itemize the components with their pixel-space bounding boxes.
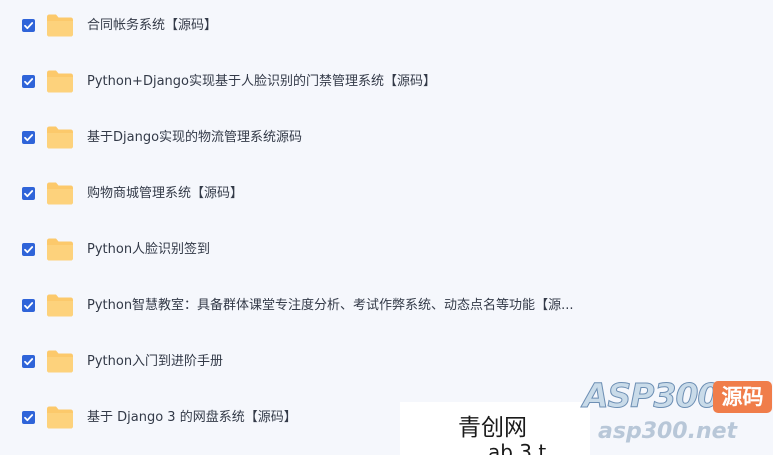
- item-checkbox[interactable]: [22, 19, 35, 32]
- folder-icon: [47, 70, 73, 93]
- list-item[interactable]: Python人脸识别签到: [0, 232, 773, 268]
- folder-icon: [47, 14, 73, 37]
- item-checkbox[interactable]: [22, 411, 35, 424]
- qingchuang-watermark: 青创网 ab.3.t: [400, 402, 590, 455]
- list-item[interactable]: Python智慧教室：具备群体课堂专注度分析、考试作弊系统、动态点名等功能【源.…: [0, 288, 773, 324]
- list-item[interactable]: 合同帐务系统【源码】: [0, 8, 773, 44]
- check-icon: [24, 22, 34, 30]
- folder-icon: [47, 182, 73, 205]
- item-checkbox[interactable]: [22, 187, 35, 200]
- source-code-badge: 源码: [713, 381, 772, 413]
- file-name[interactable]: 基于Django实现的物流管理系统源码: [87, 128, 302, 148]
- qingchuang-watermark-text: 青创网: [458, 415, 527, 441]
- folder-icon: [47, 350, 73, 373]
- file-name[interactable]: Python智慧教室：具备群体课堂专注度分析、考试作弊系统、动态点名等功能【源.…: [87, 296, 573, 316]
- file-name[interactable]: Python人脸识别签到: [87, 240, 210, 260]
- file-name[interactable]: Python入门到进阶手册: [87, 352, 223, 372]
- file-name[interactable]: 基于 Django 3 的网盘系统【源码】: [87, 408, 297, 428]
- file-name[interactable]: 购物商城管理系统【源码】: [87, 184, 243, 204]
- list-item[interactable]: 基于Django实现的物流管理系统源码: [0, 120, 773, 156]
- item-checkbox[interactable]: [22, 131, 35, 144]
- check-icon: [24, 190, 34, 198]
- check-icon: [24, 78, 34, 86]
- asp300-logo: ASP300: [582, 376, 720, 416]
- list-item[interactable]: 购物商城管理系统【源码】: [0, 176, 773, 212]
- file-name[interactable]: Python+Django实现基于人脸识别的门禁管理系统【源码】: [87, 72, 436, 92]
- item-checkbox[interactable]: [22, 299, 35, 312]
- check-icon: [24, 134, 34, 142]
- folder-icon: [47, 126, 73, 149]
- check-icon: [24, 246, 34, 254]
- item-checkbox[interactable]: [22, 243, 35, 256]
- list-item[interactable]: Python入门到进阶手册: [0, 344, 773, 380]
- check-icon: [24, 414, 34, 422]
- list-item[interactable]: Python+Django实现基于人脸识别的门禁管理系统【源码】: [0, 64, 773, 100]
- qingchuang-watermark-subtext: ab.3.t: [488, 440, 547, 455]
- asp300-url-watermark: asp300.net: [598, 419, 738, 444]
- check-icon: [24, 358, 34, 366]
- folder-icon: [47, 406, 73, 429]
- folder-icon: [47, 238, 73, 261]
- file-name[interactable]: 合同帐务系统【源码】: [87, 16, 217, 36]
- item-checkbox[interactable]: [22, 75, 35, 88]
- check-icon: [24, 302, 34, 310]
- folder-icon: [47, 294, 73, 317]
- item-checkbox[interactable]: [22, 355, 35, 368]
